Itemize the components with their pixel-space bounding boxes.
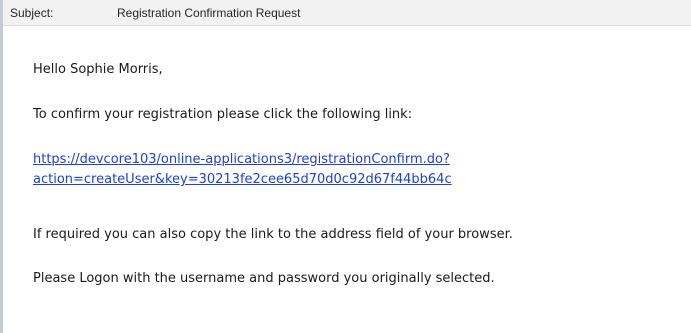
subject-label: Subject:: [10, 6, 54, 20]
greeting-text: Hello Sophie Morris,: [33, 62, 163, 77]
message-header: Subject: Registration Confirmation Reque…: [3, 0, 691, 26]
link-line-1[interactable]: https://devcore103/online-applications3/…: [33, 150, 452, 170]
logon-hint-text: Please Logon with the username and passw…: [33, 271, 495, 286]
message-body: Hello Sophie Morris, To confirm your reg…: [3, 26, 691, 333]
copy-hint-text: If required you can also copy the link t…: [33, 227, 513, 242]
link-line-2[interactable]: action=createUser&key=30213fe2cee65d70d0…: [33, 170, 452, 190]
instruction-text: To confirm your registration please clic…: [33, 107, 413, 122]
subject-value: Registration Confirmation Request: [117, 6, 301, 20]
registration-confirm-link[interactable]: https://devcore103/online-applications3/…: [33, 150, 452, 190]
